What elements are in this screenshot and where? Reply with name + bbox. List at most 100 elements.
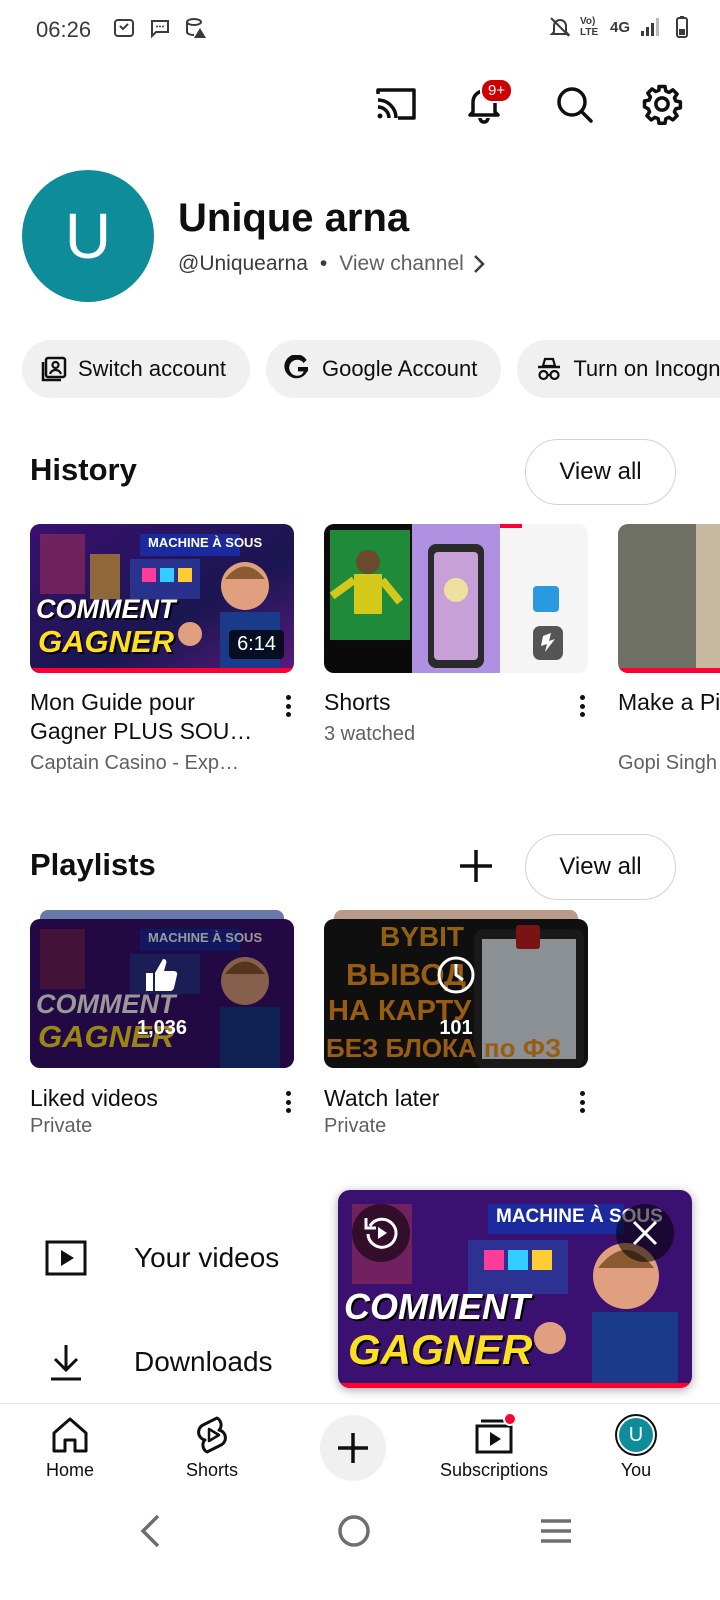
notification-badge: 9+ [480,78,514,103]
nav-label: Subscriptions [439,1460,549,1480]
nav-label: Shorts [185,1460,239,1480]
history-list: MACHINE À SOUS COMMENT GAGNER 6:14 Mon G… [30,524,720,784]
avatar[interactable]: U [22,170,154,302]
battery-icon [676,16,688,38]
view-channel-link[interactable]: View channel [339,252,486,276]
chip-label: Google Account [321,356,478,381]
switch-account-chip[interactable]: Switch account [22,340,250,398]
video-duration: 6:14 [229,630,284,659]
more-options-button[interactable] [572,1088,592,1116]
volte-label: Vo) LTE [579,16,599,38]
search-icon [557,87,593,123]
channel-name: Unique arna [178,196,410,240]
playlist-thumbnail[interactable]: MACHINE À SOUS COMMENT GAGNER 1,036 [30,919,294,1068]
status-right-icons: Vo) LTE 4G [548,15,694,39]
history-item[interactable]: MACHINE À SOUS COMMENT GAGNER 6:14 Mon G… [30,524,294,774]
search-button[interactable] [552,82,596,126]
add-playlist-button[interactable] [456,846,496,886]
account-chips: Switch account Google Account Turn on In… [22,340,720,398]
status-bar: 06:26 Vo) LTE 4G [0,0,720,60]
shorts-thumbnail[interactable] [324,524,588,673]
nav-label: You [620,1460,652,1480]
replay-button[interactable] [352,1204,410,1262]
playlists-view-all-button[interactable]: View all [525,834,676,900]
home-icon [52,1417,88,1453]
recents-icon[interactable] [538,1515,574,1547]
cast-icon [376,88,416,120]
avatar-letter: U [64,200,112,272]
close-icon [632,1220,658,1246]
home-circle-icon[interactable] [336,1513,372,1549]
system-navigation-bar [0,1493,720,1600]
shorts-watched-count: 3 watched [324,723,416,745]
download-icon [51,1345,81,1381]
shorts-title: Shorts [324,689,391,715]
thumbnail-detail [696,524,720,673]
status-left-icons [112,16,208,40]
notifications-button[interactable]: 9+ [462,78,514,126]
video-channel: Captain Casino - Exp… [30,752,239,774]
data-warning-icon [186,18,206,38]
history-title: History [30,452,137,487]
create-button[interactable] [320,1415,386,1481]
you-avatar: U [619,1418,653,1452]
playlist-count: 101 [439,1017,473,1039]
video-title: Mon Guide pour Gagner PLUS SOU… [30,689,253,744]
playlist-privacy: Private [324,1115,387,1137]
your-videos-item[interactable]: Your videos [44,1238,279,1278]
watch-progress-bar [30,668,294,673]
nav-label: Home [45,1460,94,1480]
switch-account-icon [41,356,67,382]
mute-bell-icon [549,17,571,37]
playlist-title: Watch later [324,1085,440,1111]
more-options-button[interactable] [278,692,298,720]
video-channel: Gopi Singh [618,752,717,774]
incognito-chip[interactable]: Turn on Incognito [517,340,720,398]
history-item[interactable]: Shorts 3 watched [324,524,588,745]
channel-handle-row: @Uniquearna • View channel [178,252,486,276]
more-options-button[interactable] [572,692,592,720]
more-options-button[interactable] [278,1088,298,1116]
video-thumbnail[interactable] [618,524,720,673]
signal-icon [641,18,659,36]
nav-subscriptions[interactable]: Subscriptions [434,1412,554,1481]
close-miniplayer-button[interactable] [616,1204,674,1262]
bottom-nav: Home Shorts Subscriptions U You [0,1403,720,1493]
chip-label: Turn on Incognito [573,356,720,381]
miniplayer-text-2: GAGNER [348,1326,533,1373]
thumbs-up-icon [146,959,178,991]
playlist-count: 1,036 [136,1017,188,1039]
message-icon [151,20,169,39]
nav-home[interactable]: Home [10,1414,130,1481]
settings-button[interactable] [640,82,684,126]
menu-label: Downloads [134,1346,273,1377]
back-icon[interactable] [138,1513,162,1549]
downloads-item[interactable]: Downloads [44,1342,273,1382]
video-title: Make a Picture in… [618,689,720,715]
plus-icon [338,1433,368,1463]
thumbnail-banner: MACHINE À SOUS [148,535,263,550]
playlist-thumbnail[interactable]: BYBIT ВЫВОД НА КАРТУ БЕЗ БЛОКА по ФЗ 101 [324,919,588,1068]
shorts-icon [197,1416,227,1454]
thumbnail-text-1: COMMENT [36,594,176,624]
video-thumbnail[interactable]: MACHINE À SOUS COMMENT GAGNER 6:14 [30,524,294,673]
google-g-icon [284,355,308,379]
status-time: 06:26 [36,17,92,42]
cast-button[interactable] [374,82,418,126]
channel-handle: @Uniquearna [178,252,308,275]
clock-icon [437,956,475,994]
chip-label: Switch account [78,356,226,381]
menu-label: Your videos [134,1242,280,1273]
gear-icon [642,84,683,125]
history-item[interactable]: Make a Picture in… Gopi Singh [618,524,720,774]
watch-progress-bar [618,668,720,673]
playlist-title: Liked videos [30,1085,158,1111]
chevron-right-icon [473,255,485,273]
nav-you[interactable]: U You [576,1414,696,1481]
history-view-all-button[interactable]: View all [525,439,676,505]
playlist-privacy: Private [30,1115,93,1137]
google-account-chip[interactable]: Google Account [265,340,502,398]
miniplayer[interactable]: MACHINE À SOUS COMMENT GAGNER [338,1190,692,1388]
nav-shorts[interactable]: Shorts [152,1414,272,1481]
thumbnail-text-2: GAGNER [38,624,175,659]
